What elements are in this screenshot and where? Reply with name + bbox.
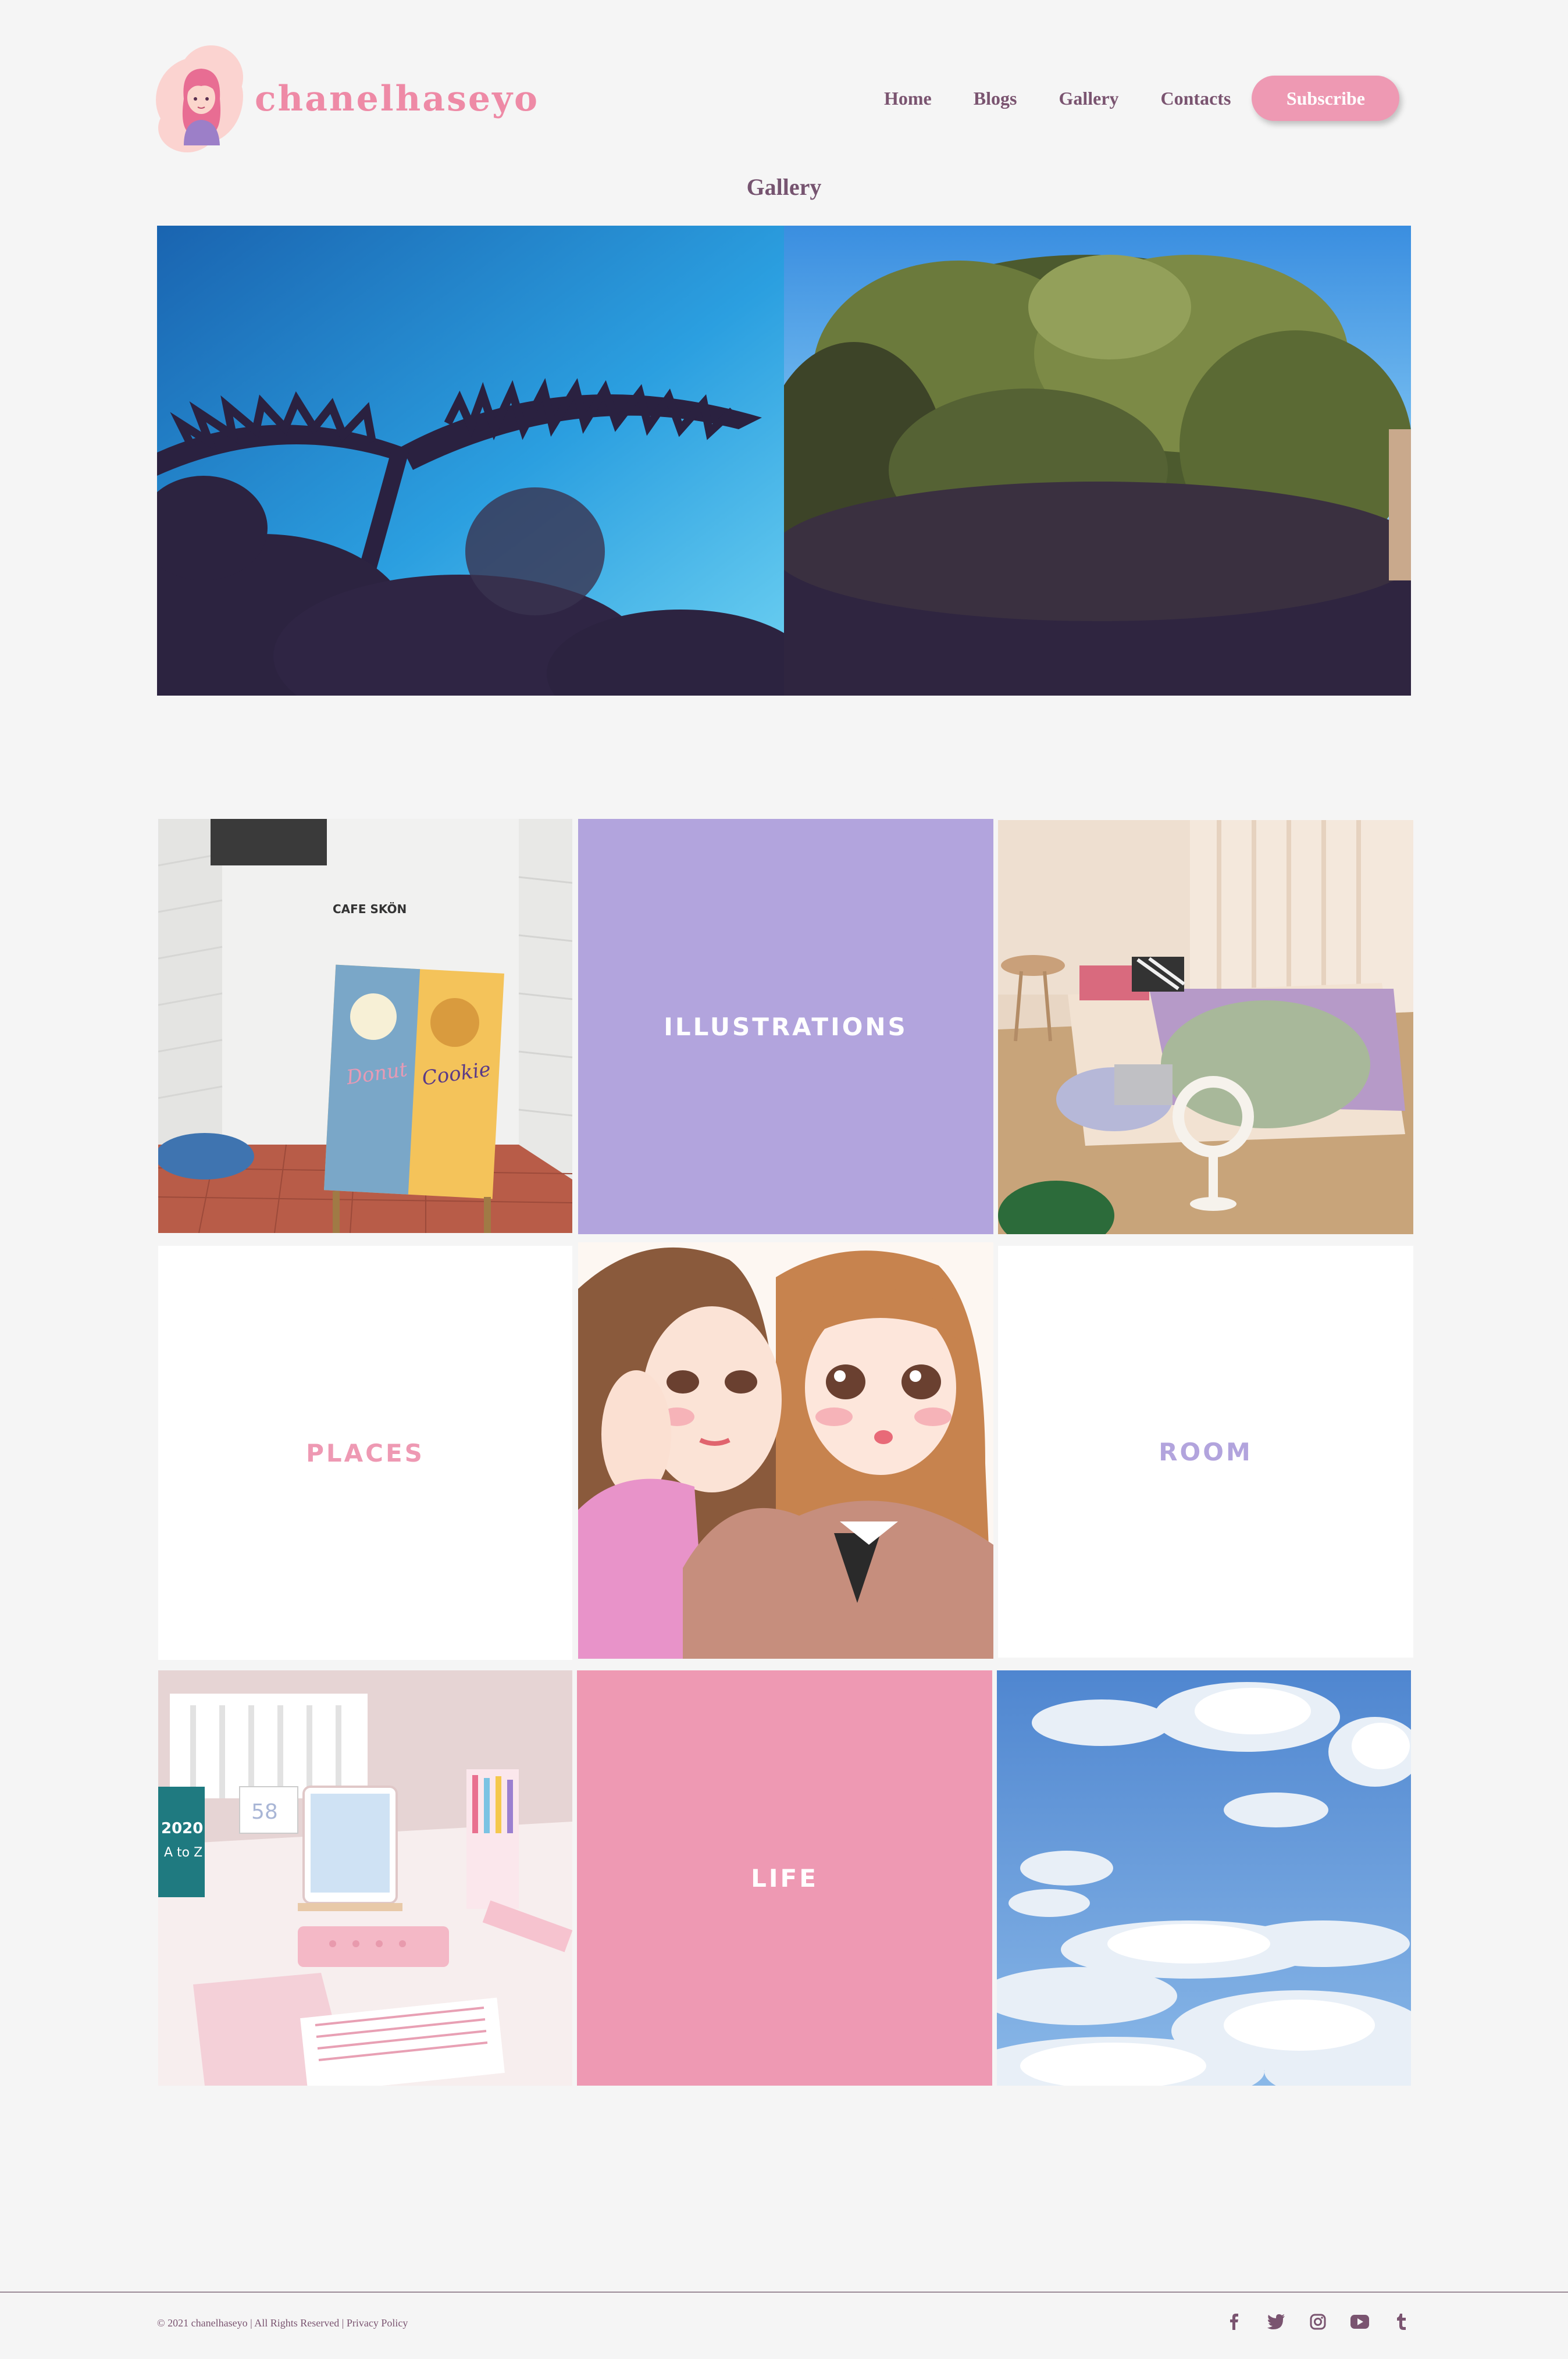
desk-calendar-date: 58	[251, 1800, 278, 1824]
illustrations-label: ILLUSTRATIONS	[664, 1012, 908, 1041]
girl-avatar-icon	[156, 45, 248, 152]
social-links	[1202, 2312, 1411, 2331]
desk-setup-photo[interactable]: 2020 A to Z 58	[158, 1670, 572, 2086]
main-nav: Home Blogs Gallery Contacts Subscribe	[884, 76, 1400, 121]
privacy-policy-link[interactable]: Privacy Policy	[347, 2317, 408, 2329]
subscribe-button[interactable]: Subscribe	[1252, 76, 1400, 121]
calendar-sub-text: A to Z	[164, 1845, 202, 1860]
tumblr-icon[interactable]	[1392, 2312, 1411, 2331]
cafe-sign-photo[interactable]: CAFE SKÖN Donut Cookie	[158, 819, 572, 1233]
two-girls-illustration[interactable]	[578, 1242, 993, 1659]
instagram-icon[interactable]	[1309, 2312, 1327, 2331]
site-logo[interactable]: chanelhaseyo	[156, 45, 539, 152]
bedroom-photo[interactable]	[998, 820, 1413, 1234]
life-label: LIFE	[751, 1863, 818, 1893]
cafe-name-text: CAFE SKÖN	[333, 902, 407, 916]
palm-sky-photo[interactable]	[157, 226, 784, 696]
youtube-icon[interactable]	[1350, 2312, 1369, 2331]
brand-name: chanelhaseyo	[255, 79, 539, 119]
nav-contacts[interactable]: Contacts	[1161, 88, 1231, 109]
places-label: PLACES	[306, 1438, 425, 1467]
cloudy-sky-photo[interactable]	[997, 1670, 1411, 2086]
footer-copyright: © 2021 chanelhaseyo | All Rights Reserve…	[157, 2317, 408, 2329]
life-tile[interactable]: LIFE	[577, 1670, 992, 2086]
nav-gallery[interactable]: Gallery	[1059, 88, 1118, 109]
page-title: Gallery	[746, 174, 822, 200]
room-label: ROOM	[1159, 1437, 1253, 1466]
nav-blogs[interactable]: Blogs	[974, 88, 1017, 109]
tree-sky-photo[interactable]	[784, 226, 1411, 696]
twitter-icon[interactable]	[1267, 2312, 1285, 2331]
facebook-icon[interactable]	[1225, 2312, 1243, 2331]
calendar-year-text: 2020	[161, 1820, 203, 1837]
hero-gallery	[157, 226, 1411, 696]
room-tile[interactable]: ROOM	[998, 1246, 1413, 1658]
nav-home[interactable]: Home	[884, 88, 932, 109]
footer-divider	[0, 2292, 1568, 2293]
copyright-text: © 2021 chanelhaseyo | All Rights Reserve…	[157, 2317, 344, 2329]
places-tile[interactable]: PLACES	[158, 1246, 572, 1660]
illustrations-tile[interactable]: ILLUSTRATIONS	[578, 819, 993, 1234]
